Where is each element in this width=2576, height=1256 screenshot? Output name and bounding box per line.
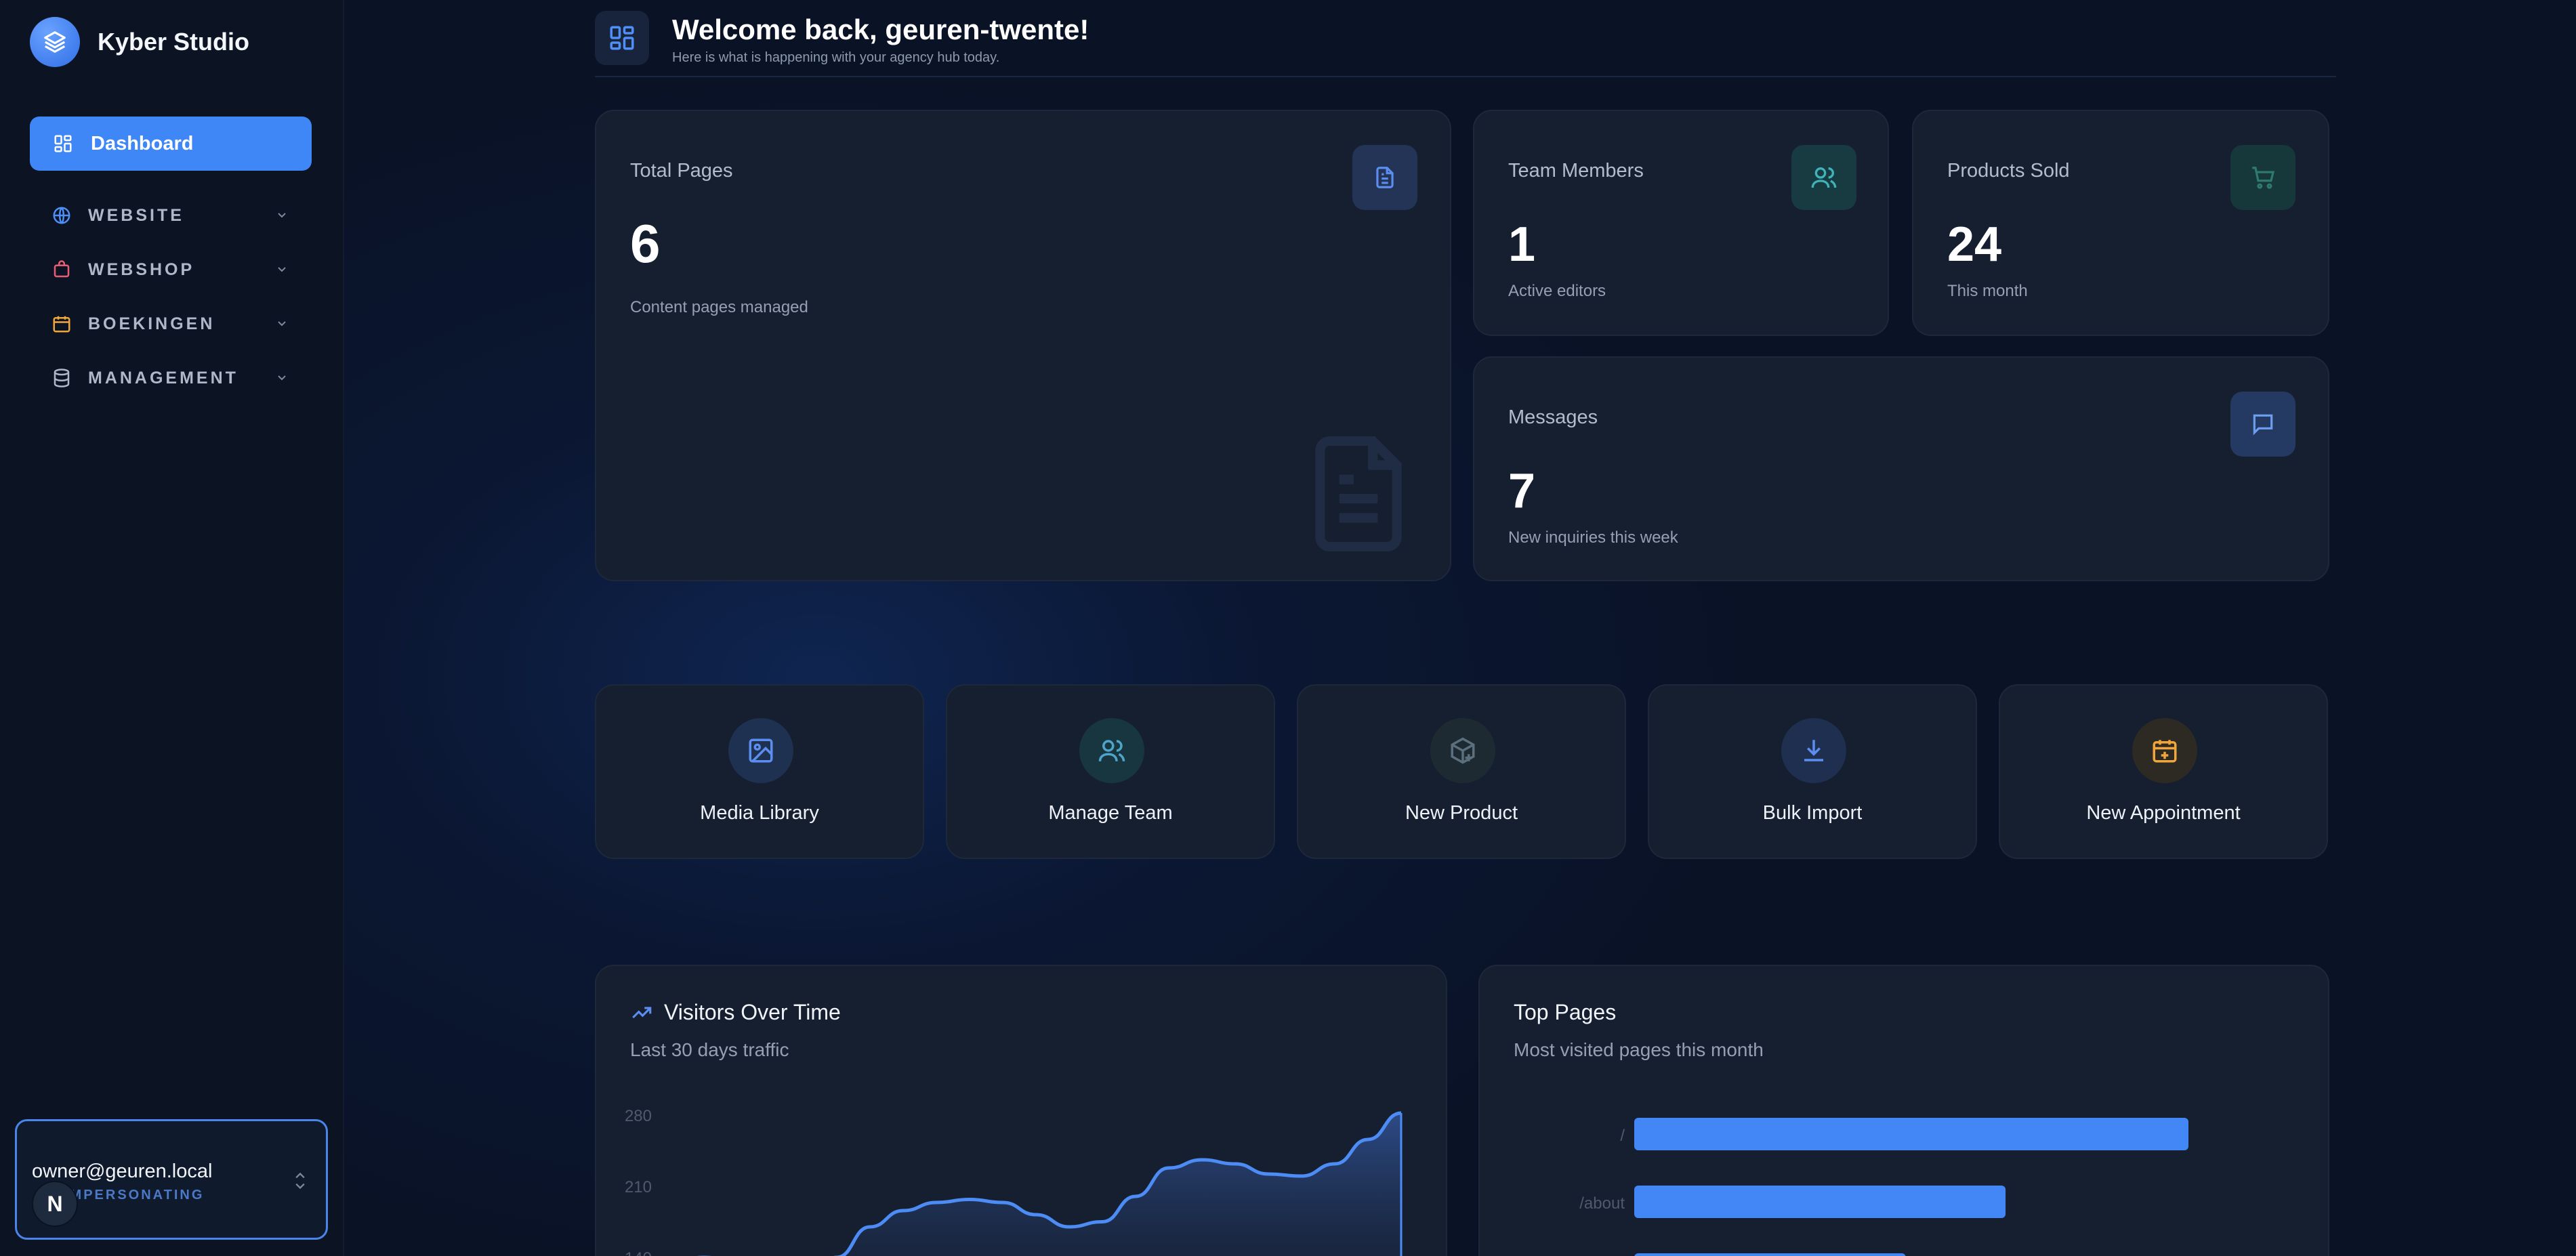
download-icon bbox=[1781, 718, 1846, 783]
action-manage-team[interactable]: Manage Team bbox=[946, 684, 1275, 859]
user-switcher[interactable]: owner@geuren.local IMPERSONATING N bbox=[15, 1119, 328, 1240]
avatar[interactable]: N bbox=[32, 1181, 78, 1227]
sidebar-group-label: MANAGEMENT bbox=[88, 368, 238, 388]
file-watermark-icon bbox=[1315, 436, 1402, 551]
stat-card-messages[interactable]: Messages 7 New inquiries this week bbox=[1473, 356, 2329, 581]
top-page-label: / bbox=[1620, 1127, 1625, 1145]
users-icon bbox=[1079, 718, 1144, 783]
stat-desc: This month bbox=[1947, 282, 2028, 300]
action-label: New Product bbox=[1405, 802, 1518, 824]
action-label: Manage Team bbox=[1048, 802, 1173, 824]
sidebar-group-label: BOEKINGEN bbox=[88, 314, 215, 333]
calendar-plus-icon bbox=[2132, 718, 2197, 783]
page-subtitle: Here is what is happening with your agen… bbox=[672, 50, 1000, 65]
chevron-down-icon bbox=[278, 213, 286, 218]
sidebar: Kyber Studio Dashboard WEBSITE WEBSHOP B… bbox=[0, 0, 344, 1256]
sidebar-group-website[interactable]: WEBSITE bbox=[51, 198, 290, 232]
stat-card-total-pages[interactable]: Total Pages 6 Content pages managed bbox=[595, 110, 1451, 581]
chevron-down-icon bbox=[278, 375, 286, 381]
brand-name: Kyber Studio bbox=[98, 28, 250, 56]
stat-card-products-sold[interactable]: Products Sold 24 This month bbox=[1912, 110, 2329, 336]
action-media-library[interactable]: Media Library bbox=[595, 684, 924, 859]
image-icon bbox=[728, 718, 793, 783]
chevrons-up-down-icon bbox=[295, 1172, 305, 1190]
dashboard-icon bbox=[595, 11, 649, 65]
stat-desc: New inquiries this week bbox=[1508, 528, 1678, 547]
sidebar-group-label: WEBSITE bbox=[88, 205, 184, 225]
action-new-product[interactable]: New Product bbox=[1297, 684, 1626, 859]
top-pages-bar-chart: / /about bbox=[1579, 1118, 2188, 1256]
stat-value: 7 bbox=[1508, 464, 1536, 518]
cart-icon bbox=[2230, 145, 2295, 210]
database-icon bbox=[51, 368, 72, 388]
top-page-bar[interactable] bbox=[1634, 1118, 2188, 1150]
file-icon bbox=[1352, 145, 1417, 210]
stat-value: 24 bbox=[1947, 217, 2002, 272]
visitors-area bbox=[842, 1113, 1401, 1256]
action-label: Bulk Import bbox=[1762, 802, 1863, 824]
layers-icon bbox=[30, 17, 80, 67]
top-page-bar[interactable] bbox=[1634, 1186, 2006, 1218]
stat-label: Messages bbox=[1508, 406, 1598, 428]
stat-label: Total Pages bbox=[630, 160, 733, 182]
y-tick-label: 210 bbox=[625, 1178, 652, 1196]
package-plus-icon bbox=[1430, 718, 1495, 783]
sidebar-group-webshop[interactable]: WEBSHOP bbox=[51, 253, 290, 287]
visitors-panel: Visitors Over Time Last 30 days traffic … bbox=[595, 965, 1447, 1256]
visitors-area-chart: 280 210 140 bbox=[625, 1107, 1403, 1256]
chevron-down-icon bbox=[278, 321, 286, 327]
bag-icon bbox=[51, 259, 72, 280]
action-label: New Appointment bbox=[2086, 802, 2241, 824]
stat-label: Team Members bbox=[1508, 160, 1644, 182]
sidebar-item-label: Dashboard bbox=[91, 132, 194, 154]
top-page-bar[interactable] bbox=[1634, 1253, 1906, 1256]
user-email: owner@geuren.local bbox=[32, 1160, 213, 1182]
dashboard-icon bbox=[54, 135, 72, 152]
sidebar-group-label: WEBSHOP bbox=[88, 259, 195, 279]
main-content: Welcome back, geuren-twente! Here is wha… bbox=[344, 0, 2576, 1256]
user-status: IMPERSONATING bbox=[64, 1188, 205, 1202]
stat-card-team-members[interactable]: Team Members 1 Active editors bbox=[1473, 110, 1889, 336]
sidebar-item-dashboard[interactable]: Dashboard bbox=[30, 117, 312, 171]
calendar-icon bbox=[51, 314, 72, 334]
chevron-down-icon bbox=[278, 267, 286, 272]
app-root: Kyber Studio Dashboard WEBSITE WEBSHOP B… bbox=[0, 0, 2576, 1256]
sidebar-group-boekingen[interactable]: BOEKINGEN bbox=[51, 307, 290, 341]
brand[interactable]: Kyber Studio bbox=[30, 16, 249, 68]
y-tick-label: 140 bbox=[625, 1249, 652, 1256]
stat-desc: Content pages managed bbox=[630, 298, 808, 316]
users-icon bbox=[1791, 145, 1856, 210]
stat-label: Products Sold bbox=[1947, 160, 2070, 182]
top-page-label: /about bbox=[1579, 1194, 1625, 1213]
y-tick-label: 280 bbox=[625, 1107, 652, 1125]
action-new-appointment[interactable]: New Appointment bbox=[1999, 684, 2328, 859]
page-title: Welcome back, geuren-twente! bbox=[672, 14, 1089, 45]
stat-value: 1 bbox=[1508, 217, 1536, 272]
stat-desc: Active editors bbox=[1508, 282, 1606, 300]
action-label: Media Library bbox=[700, 802, 819, 824]
message-icon bbox=[2230, 392, 2295, 457]
globe-icon bbox=[51, 205, 72, 226]
top-pages-panel: Top Pages Most visited pages this month … bbox=[1478, 965, 2329, 1256]
action-bulk-import[interactable]: Bulk Import bbox=[1648, 684, 1977, 859]
sidebar-group-management[interactable]: MANAGEMENT bbox=[51, 361, 290, 395]
stat-value: 6 bbox=[630, 213, 661, 274]
header-divider bbox=[595, 76, 2336, 77]
